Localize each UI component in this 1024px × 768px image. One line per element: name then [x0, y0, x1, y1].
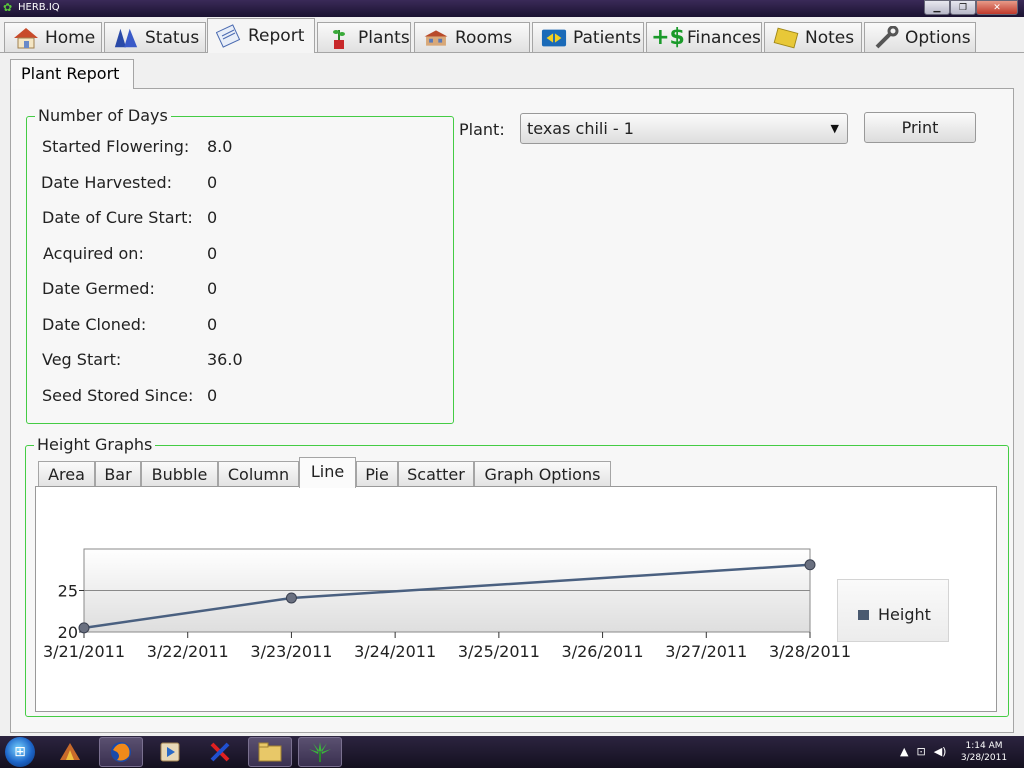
volume-icon[interactable]: ◀) [934, 745, 947, 758]
clock[interactable]: 1:14 AM 3/28/2011 [958, 740, 1010, 764]
date-harvested-value: 0 [207, 173, 218, 192]
status-icon [113, 26, 139, 50]
height-graphs-group: Height Graphs Area Bar Bubble Column Lin… [25, 435, 1009, 717]
data-point [285, 592, 297, 604]
veg-start-label: Veg Start: [42, 350, 122, 369]
legend-swatch-height [858, 610, 869, 620]
data-point [804, 559, 816, 571]
plant-dropdown-value: texas chili - 1 [527, 119, 634, 138]
height-graphs-title: Height Graphs [34, 435, 156, 455]
x-tick-label: 3/21/2011 [43, 642, 125, 661]
y-tick-label: 25 [58, 582, 78, 601]
dropdown-arrow-icon[interactable]: ▼ [831, 114, 839, 143]
y-tick-label: 20 [58, 623, 78, 642]
started-flowering-label: Started Flowering: [42, 137, 190, 156]
x-tick-label: 3/24/2011 [354, 642, 436, 661]
leaf-icon: ✿ [3, 1, 13, 14]
tab-notes[interactable]: Notes [764, 22, 862, 52]
main-nav: Home Status Report Plants Rooms Patients [0, 17, 1024, 53]
x-app-icon[interactable] [198, 737, 242, 767]
show-hidden-icons-icon[interactable]: ▲ [900, 745, 908, 758]
x-tick-label: 3/22/2011 [147, 642, 229, 661]
legend-label-height: Height [878, 605, 931, 624]
tab-report[interactable]: Report [207, 18, 315, 53]
clock-time: 1:14 AM [965, 741, 1003, 751]
close-button[interactable]: ✕ [976, 0, 1018, 15]
seed-stored-since-value: 0 [207, 386, 218, 405]
veg-start-value: 36.0 [207, 350, 243, 369]
plant-report-panel: Number of Days Started Flowering: 8.0 Da… [10, 88, 1014, 733]
window-controls: ▁ ❐ ✕ [924, 0, 1018, 15]
tab-status[interactable]: Status [104, 22, 206, 52]
tab-plants[interactable]: Plants [317, 22, 411, 52]
number-of-days-group: Number of Days Started Flowering: 8.0 Da… [26, 106, 454, 424]
date-of-cure-start-label: Date of Cure Start: [42, 208, 193, 227]
system-tray: ▲ ⊡ ◀) [900, 745, 946, 758]
graph-frame: 20 25 3/21/2011 3/22/2011 3/23/2011 3/24/2011… [35, 486, 997, 712]
app-client-area: Home Status Report Plants Rooms Patients [0, 17, 1024, 736]
taskbar: ⊞ ▲ ⊡ ◀) 1:14 AM 3/28/2011 [0, 736, 1024, 768]
media-player-icon[interactable] [148, 737, 192, 767]
x-tick-label: 3/28/2011 [769, 642, 851, 661]
graph-tab-scatter[interactable]: Scatter [398, 461, 474, 487]
graph-tab-bar[interactable]: Bar [95, 461, 141, 487]
graph-tab-graph-options[interactable]: Graph Options [474, 461, 611, 487]
print-button[interactable]: Print [864, 112, 976, 143]
x-tick-label: 3/25/2011 [458, 642, 540, 661]
minimize-button[interactable]: ▁ [924, 0, 950, 15]
started-flowering-value: 8.0 [207, 137, 233, 156]
number-of-days-title: Number of Days [35, 106, 171, 126]
tab-plant-report[interactable]: Plant Report [10, 59, 134, 89]
x-tick-label: 3/26/2011 [562, 642, 644, 661]
date-of-cure-start-value: 0 [207, 208, 218, 227]
acquired-on-value: 0 [207, 244, 218, 263]
date-cloned-value: 0 [207, 315, 218, 334]
seed-stored-since-label: Seed Stored Since: [42, 386, 194, 405]
network-icon[interactable]: ⊡ [916, 745, 925, 758]
tab-rooms[interactable]: Rooms [414, 22, 530, 52]
tab-patients[interactable]: Patients [532, 22, 644, 52]
firefox-icon[interactable] [99, 737, 143, 767]
wrench-icon [873, 25, 899, 50]
tab-finances[interactable]: +$ Finances [646, 22, 762, 52]
date-germed-label: Date Germed: [42, 279, 155, 298]
app-icon[interactable] [48, 737, 92, 767]
report-icon [216, 24, 242, 48]
chart-legend: Height [837, 579, 949, 642]
title-bar: ✿ HERB.IQ ▁ ❐ ✕ [0, 0, 1024, 17]
patients-icon [541, 26, 567, 50]
date-harvested-label: Date Harvested: [41, 173, 173, 192]
acquired-on-label: Acquired on: [43, 244, 144, 263]
nav-divider [0, 52, 1024, 53]
graph-tab-line[interactable]: Line [299, 457, 356, 488]
start-button[interactable]: ⊞ [5, 737, 35, 767]
graph-tab-bubble[interactable]: Bubble [141, 461, 218, 487]
x-tick-label: 3/27/2011 [665, 642, 747, 661]
plant-label: Plant: [459, 120, 505, 139]
date-cloned-label: Date Cloned: [42, 315, 147, 334]
plant-icon [326, 26, 352, 50]
notepad-icon [773, 26, 799, 50]
graph-tab-area[interactable]: Area [38, 461, 95, 487]
clock-date: 3/28/2011 [960, 753, 1008, 763]
window-title: HERB.IQ [18, 2, 60, 13]
money-icon: +$ [651, 25, 685, 50]
data-point [78, 622, 90, 634]
x-tick-label: 3/23/2011 [250, 642, 332, 661]
tab-options[interactable]: Options [864, 22, 976, 52]
restore-button[interactable]: ❐ [950, 0, 976, 15]
date-germed-value: 0 [207, 279, 218, 298]
folder-icon[interactable] [248, 737, 292, 767]
house-icon [13, 26, 39, 50]
herbiq-icon[interactable] [298, 737, 342, 767]
tab-home[interactable]: Home [4, 22, 102, 52]
building-icon [423, 26, 449, 50]
graph-tab-pie[interactable]: Pie [356, 461, 398, 487]
plant-dropdown[interactable]: texas chili - 1 ▼ [520, 113, 848, 144]
graph-tab-column[interactable]: Column [218, 461, 299, 487]
